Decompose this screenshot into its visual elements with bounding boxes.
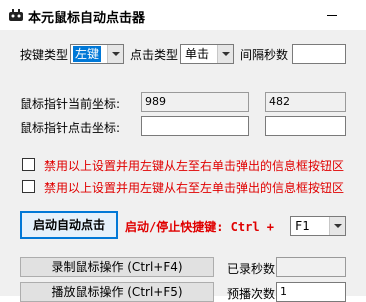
current-y-field: 482 (265, 92, 346, 112)
recorded-seconds-label: 已录秒数 (227, 262, 276, 276)
record-mouse-button[interactable]: 录制鼠标操作 (Ctrl+F4) (20, 257, 214, 277)
chevron-down-icon[interactable] (217, 45, 233, 63)
joystick-icon (9, 9, 23, 21)
main-panel: 按键类型 左键 点击类型 单击 间隔秒数 鼠标指针当前坐标: 989 482 鼠… (0, 30, 366, 302)
interval-input[interactable] (292, 44, 346, 64)
click-coord-label: 鼠标指针点击坐标: (20, 121, 121, 135)
click-type-select[interactable]: 单击 (180, 44, 234, 64)
play-count-input[interactable]: 1 (276, 282, 346, 302)
disable-ltr-label[interactable]: 禁用以上设置并用左键从左至右单击弹出的信息框按钮区 (44, 157, 344, 174)
key-type-label: 按键类型 (20, 48, 69, 62)
window-title: 本元鼠标自动点击器 (28, 11, 146, 26)
key-type-select[interactable]: 左键 (70, 44, 124, 64)
start-auto-click-button[interactable]: 启动自动点击 (20, 211, 118, 239)
current-coord-label: 鼠标指针当前坐标: (20, 97, 121, 111)
hotkey-select[interactable]: F1 (290, 216, 346, 236)
key-type-value: 左键 (73, 46, 102, 62)
current-x-field: 989 (141, 92, 249, 112)
click-type-value: 单击 (185, 47, 210, 61)
disable-rtl-checkbox[interactable] (22, 180, 35, 193)
chevron-down-icon[interactable] (107, 45, 123, 63)
play-mouse-button[interactable]: 播放鼠标操作 (Ctrl+F5) (20, 282, 214, 302)
hotkey-label: 启动/停止快捷键: Ctrl + (125, 220, 275, 234)
minimize-button[interactable] (310, 0, 354, 30)
disable-ltr-checkbox[interactable] (22, 158, 35, 171)
recorded-seconds-field (276, 257, 346, 277)
click-x-input[interactable] (141, 116, 249, 136)
click-y-input[interactable] (265, 116, 346, 136)
chevron-down-icon[interactable] (329, 217, 345, 235)
disable-rtl-label[interactable]: 禁用以上设置并用左键从右至左单击弹出的信息框按钮区 (44, 179, 344, 196)
hotkey-value: F1 (295, 219, 310, 233)
click-type-label: 点击类型 (130, 48, 179, 62)
play-count-label: 预播次数 (227, 287, 276, 301)
title-bar: 本元鼠标自动点击器 (0, 0, 366, 30)
interval-label: 间隔秒数 (240, 48, 289, 62)
